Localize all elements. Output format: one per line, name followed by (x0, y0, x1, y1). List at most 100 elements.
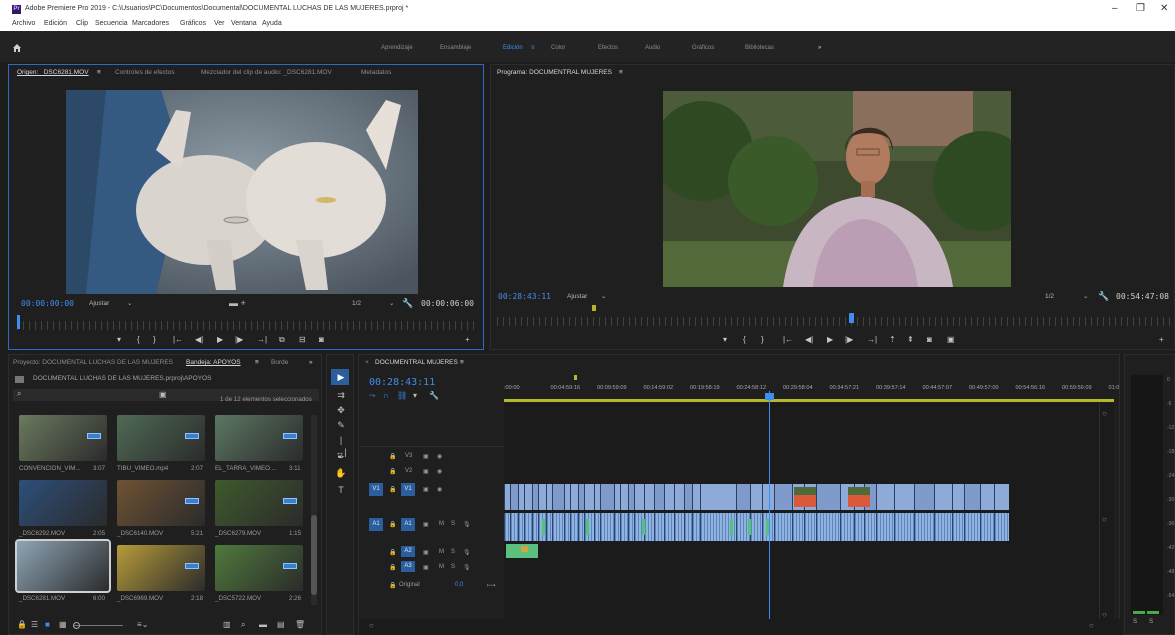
project-scrollbar-thumb[interactable] (311, 515, 317, 595)
program-go-to-out-icon[interactable]: →| (867, 335, 877, 344)
source-resolution-dropdown[interactable]: 1/2 (352, 300, 361, 307)
voice-over-record-icon[interactable]: 🎙 (463, 521, 471, 528)
pen-tool-icon[interactable]: ✒ (335, 451, 347, 463)
menu-ventana[interactable]: Ventana (231, 20, 257, 27)
tab-source[interactable]: Origen: _DSC6281.MOV (17, 69, 89, 76)
scroll-down-icon[interactable]: ○ (1102, 610, 1107, 619)
track-lock-icon[interactable]: 🔒 (389, 468, 396, 475)
new-bin-from-search-icon[interactable]: ▣ (159, 390, 167, 399)
slip-tool-icon[interactable]: |↔| (335, 434, 347, 457)
v1-video-clip[interactable] (762, 484, 774, 510)
source-settings-wrench-icon[interactable]: 🔧 (402, 298, 413, 309)
track-lock-icon[interactable]: 🔒 (389, 453, 396, 460)
sort-icon[interactable]: ≡⌄ (137, 620, 148, 629)
v1-video-clip[interactable] (692, 484, 700, 510)
workspace-more-button[interactable]: » (818, 45, 821, 51)
v1-video-clip[interactable] (620, 484, 628, 510)
work-area-bar[interactable] (504, 399, 1114, 402)
project-more-tabs-button[interactable]: » (309, 359, 313, 366)
timeline-playhead-handle[interactable] (765, 393, 774, 400)
program-add-marker-icon[interactable]: ▾ (723, 335, 727, 344)
workspace-audio[interactable]: Audio (645, 45, 660, 51)
lift-icon[interactable]: ⇡ (889, 335, 896, 344)
project-scrollbar[interactable] (311, 415, 317, 605)
a1-audio-clip[interactable] (934, 513, 952, 541)
toggle-sync-lock-icon[interactable]: ▣ (423, 564, 429, 571)
step-back-icon[interactable]: ◀| (195, 335, 203, 344)
comparison-view-icon[interactable]: ▣ (947, 335, 955, 344)
home-icon[interactable] (12, 43, 22, 53)
a1-audio-clip[interactable] (674, 513, 684, 541)
v1-video-clip[interactable] (524, 484, 532, 510)
tab-program[interactable]: Programa: DOCUMENTRAL MUJERES (497, 69, 612, 76)
v1-video-clip[interactable] (894, 484, 914, 510)
bin-item-thumbnail[interactable] (19, 480, 107, 526)
timeline-marker[interactable] (574, 375, 577, 380)
minimize-button[interactable]: – (1112, 3, 1118, 14)
toggle-sync-lock-icon[interactable]: ▣ (423, 521, 429, 528)
snap-icon[interactable]: ∩ (383, 391, 389, 400)
v1-video-clip[interactable] (980, 484, 994, 510)
export-frame-icon[interactable]: ◙ (319, 335, 324, 344)
timeline-settings-wrench-icon[interactable]: 🔧 (429, 391, 439, 400)
v1-video-clip[interactable] (552, 484, 564, 510)
track-target-a3[interactable]: A3 (401, 561, 415, 572)
a1-audio-clip[interactable] (510, 513, 518, 541)
find-icon[interactable]: ⌕ (241, 620, 245, 630)
a1-audio-clip[interactable] (524, 513, 532, 541)
toggle-track-output-icon[interactable]: ◉ (437, 453, 442, 460)
menu-secuencia[interactable]: Secuencia (95, 20, 128, 27)
track-lock-icon[interactable]: 🔒 (389, 486, 396, 493)
a1-audio-transition[interactable] (586, 519, 589, 535)
lock-bin-icon[interactable]: 🔒 (17, 620, 27, 629)
a1-audio-clip[interactable] (664, 513, 674, 541)
icon-view-icon[interactable]: ■ (45, 620, 50, 629)
insert-icon[interactable]: ⧉ (279, 335, 285, 345)
nest-icon[interactable]: ⤳ (369, 391, 375, 401)
program-export-frame-icon[interactable]: ◙ (927, 335, 932, 344)
track-target-v1[interactable]: V1 (401, 483, 415, 496)
timeline-tab-menu-icon[interactable]: ≡ (460, 359, 464, 366)
ripple-edit-tool-icon[interactable]: ✥ (335, 404, 347, 416)
v1-video-clip[interactable] (664, 484, 674, 510)
v1-video-clip[interactable] (952, 484, 964, 510)
mute-track-button[interactable]: M (439, 521, 444, 527)
v1-video-clip[interactable] (914, 484, 934, 510)
selection-tool-icon[interactable]: ▶ (335, 371, 347, 383)
program-mark-in-icon[interactable]: { (743, 335, 746, 344)
insert-marker-icon[interactable]: ▬ + (229, 298, 246, 308)
zoom-slider-handle[interactable] (73, 622, 80, 629)
program-mark-out-icon[interactable]: } (761, 335, 764, 344)
bin-tab-menu-icon[interactable]: ≡ (255, 359, 259, 366)
v1-video-clip[interactable] (684, 484, 692, 510)
v1-video-clip[interactable] (510, 484, 518, 510)
program-go-to-in-icon[interactable]: |← (783, 335, 793, 344)
timeline-ruler[interactable]: :00:00 00:04:59:16 00:09:59:09 00:14:59:02 0… (504, 381, 1119, 401)
tab-sequence[interactable]: DOCUMENTRAL MUJERES (375, 359, 458, 366)
master-volume-value[interactable]: 0,0 (455, 582, 463, 588)
v1-video-clip[interactable] (964, 484, 980, 510)
track-target-a2[interactable]: A2 (401, 546, 415, 557)
menu-ayuda[interactable]: Ayuda (262, 20, 282, 27)
track-target-a1[interactable]: A1 (401, 518, 415, 531)
a1-audio-clip[interactable] (994, 513, 1009, 541)
toggle-sync-lock-icon[interactable]: ▣ (423, 453, 429, 460)
v1-video-clip[interactable] (654, 484, 664, 510)
a1-audio-clip[interactable] (644, 513, 654, 541)
program-play-icon[interactable]: ▶ (827, 335, 833, 344)
maximize-button[interactable]: ❐ (1136, 3, 1145, 14)
v1-video-clip[interactable] (584, 484, 594, 510)
a1-audio-clip[interactable] (894, 513, 914, 541)
workspace-graficos[interactable]: Gráficos (692, 45, 714, 51)
solo-track-button[interactable]: S (451, 564, 455, 570)
solo-track-button[interactable]: S (451, 521, 455, 527)
workspace-edicion[interactable]: Edición (503, 45, 523, 51)
a1-audio-clip[interactable] (854, 513, 864, 541)
razor-tool-icon[interactable]: ✎ (335, 419, 347, 431)
audio-scroll-icon[interactable]: ○ (1102, 515, 1107, 524)
menu-graficos[interactable]: Gráficos (180, 20, 206, 27)
tab-effect-controls[interactable]: Controles de efectos (115, 69, 175, 76)
v1-video-clip[interactable] (876, 484, 894, 510)
add-marker-timeline-icon[interactable]: ▾ (413, 391, 417, 400)
a1-audio-clip[interactable] (750, 513, 762, 541)
